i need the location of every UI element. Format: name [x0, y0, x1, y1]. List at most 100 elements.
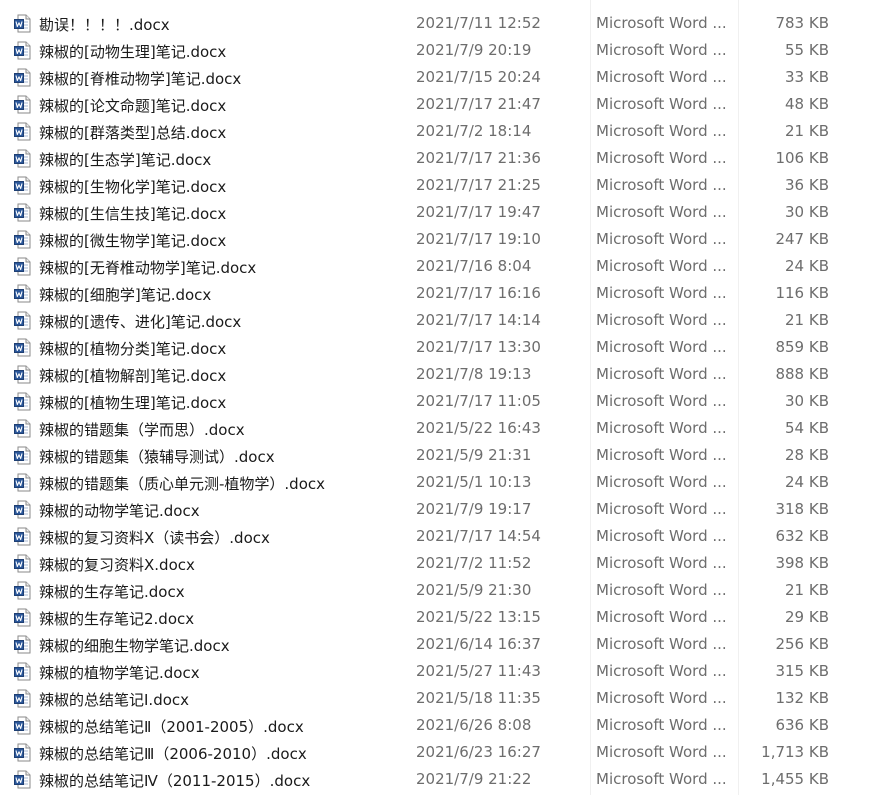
word-doc-icon — [14, 500, 32, 519]
file-type: Microsoft Word ... — [596, 14, 727, 32]
word-doc-icon — [14, 338, 32, 357]
file-type: Microsoft Word ... — [596, 230, 727, 248]
file-modified-date: 2021/5/9 21:30 — [416, 581, 532, 599]
file-row[interactable]: 辣椒的[无脊椎动物学]笔记.docx 2021/7/16 8:04 Micros… — [0, 253, 871, 280]
file-row[interactable]: 辣椒的[论文命题]笔记.docx 2021/7/17 21:47 Microso… — [0, 91, 871, 118]
word-doc-icon — [14, 554, 32, 573]
file-type: Microsoft Word ... — [596, 635, 727, 653]
file-name: 辣椒的总结笔记Ⅲ（2006-2010）.docx — [39, 745, 307, 763]
file-name: 辣椒的植物学笔记.docx — [39, 664, 200, 682]
file-type: Microsoft Word ... — [596, 338, 727, 356]
file-size: 318 KB — [775, 500, 829, 518]
file-name: 辣椒的生存笔记2.docx — [39, 610, 195, 628]
file-modified-date: 2021/7/17 11:05 — [416, 392, 541, 410]
word-doc-icon — [14, 770, 32, 789]
file-size: 1,713 KB — [761, 743, 829, 761]
word-doc-icon — [14, 284, 32, 303]
file-name: 辣椒的[脊椎动物学]笔记.docx — [39, 70, 242, 88]
file-size: 36 KB — [785, 176, 829, 194]
file-type: Microsoft Word ... — [596, 203, 727, 221]
word-doc-icon — [14, 230, 32, 249]
file-size: 21 KB — [785, 581, 829, 599]
file-type: Microsoft Word ... — [596, 41, 727, 59]
file-size: 116 KB — [775, 284, 829, 302]
file-modified-date: 2021/5/9 21:31 — [416, 446, 532, 464]
file-row[interactable]: 辣椒的错题集（猿辅导测试）.docx 2021/5/9 21:31 Micros… — [0, 442, 871, 469]
file-row[interactable]: 辣椒的[动物生理]笔记.docx 2021/7/9 20:19 Microsof… — [0, 37, 871, 64]
file-type: Microsoft Word ... — [596, 365, 727, 383]
file-size: 636 KB — [775, 716, 829, 734]
file-row[interactable]: 辣椒的[植物分类]笔记.docx 2021/7/17 13:30 Microso… — [0, 334, 871, 361]
file-row[interactable]: 辣椒的[脊椎动物学]笔记.docx 2021/7/15 20:24 Micros… — [0, 64, 871, 91]
file-name: 辣椒的[植物解剖]笔记.docx — [39, 367, 227, 385]
file-type: Microsoft Word ... — [596, 743, 727, 761]
file-name: 辣椒的[论文命题]笔记.docx — [39, 97, 227, 115]
file-name: 辣椒的[无脊椎动物学]笔记.docx — [39, 259, 257, 277]
file-list: 勘误！！！！.docx 2021/7/11 12:52 Microsoft Wo… — [0, 10, 871, 793]
file-name: 辣椒的[植物分类]笔记.docx — [39, 340, 227, 358]
word-doc-icon — [14, 581, 32, 600]
file-row[interactable]: 辣椒的植物学笔记.docx 2021/5/27 11:43 Microsoft … — [0, 658, 871, 685]
file-row[interactable]: 勘误！！！！.docx 2021/7/11 12:52 Microsoft Wo… — [0, 10, 871, 37]
file-type: Microsoft Word ... — [596, 581, 727, 599]
file-name: 辣椒的细胞生物学笔记.docx — [39, 637, 230, 655]
file-type: Microsoft Word ... — [596, 662, 727, 680]
file-row[interactable]: 辣椒的[生物化学]笔记.docx 2021/7/17 21:25 Microso… — [0, 172, 871, 199]
file-name: 辣椒的[生态学]笔记.docx — [39, 151, 212, 169]
file-type: Microsoft Word ... — [596, 284, 727, 302]
file-row[interactable]: 辣椒的生存笔记2.docx 2021/5/22 13:15 Microsoft … — [0, 604, 871, 631]
file-size: 24 KB — [785, 257, 829, 275]
file-size: 54 KB — [785, 419, 829, 437]
file-size: 398 KB — [775, 554, 829, 572]
word-doc-icon — [14, 122, 32, 141]
file-row[interactable]: 辣椒的错题集（质心单元测-植物学）.docx 2021/5/1 10:13 Mi… — [0, 469, 871, 496]
file-type: Microsoft Word ... — [596, 527, 727, 545]
file-modified-date: 2021/5/1 10:13 — [416, 473, 532, 491]
file-row[interactable]: 辣椒的错题集（学而思）.docx 2021/5/22 16:43 Microso… — [0, 415, 871, 442]
file-row[interactable]: 辣椒的总结笔记Ⅱ（2001-2005）.docx 2021/6/26 8:08 … — [0, 712, 871, 739]
word-doc-icon — [14, 446, 32, 465]
file-modified-date: 2021/7/17 21:25 — [416, 176, 541, 194]
file-type: Microsoft Word ... — [596, 419, 727, 437]
file-name: 辣椒的[动物生理]笔记.docx — [39, 43, 227, 61]
file-row[interactable]: 辣椒的复习资料X（读书会）.docx 2021/7/17 14:54 Micro… — [0, 523, 871, 550]
file-row[interactable]: 辣椒的[植物生理]笔记.docx 2021/7/17 11:05 Microso… — [0, 388, 871, 415]
file-size: 1,455 KB — [761, 770, 829, 788]
file-size: 783 KB — [775, 14, 829, 32]
word-doc-icon — [14, 419, 32, 438]
file-name: 辣椒的动物学笔记.docx — [39, 502, 200, 520]
file-row[interactable]: 辣椒的[遗传、进化]笔记.docx 2021/7/17 14:14 Micros… — [0, 307, 871, 334]
file-type: Microsoft Word ... — [596, 689, 727, 707]
file-row[interactable]: 辣椒的总结笔记Ⅳ（2011-2015）.docx 2021/7/9 21:22 … — [0, 766, 871, 793]
file-type: Microsoft Word ... — [596, 473, 727, 491]
file-row[interactable]: 辣椒的总结笔记Ⅰ.docx 2021/5/18 11:35 Microsoft … — [0, 685, 871, 712]
file-row[interactable]: 辣椒的[植物解剖]笔记.docx 2021/7/8 19:13 Microsof… — [0, 361, 871, 388]
word-doc-icon — [14, 716, 32, 735]
file-modified-date: 2021/7/9 19:17 — [416, 500, 532, 518]
file-modified-date: 2021/5/27 11:43 — [416, 662, 541, 680]
file-name: 辣椒的复习资料X.docx — [39, 556, 195, 574]
file-row[interactable]: 辣椒的复习资料X.docx 2021/7/2 11:52 Microsoft W… — [0, 550, 871, 577]
file-row[interactable]: 辣椒的[生信生技]笔记.docx 2021/7/17 19:47 Microso… — [0, 199, 871, 226]
file-modified-date: 2021/6/26 8:08 — [416, 716, 532, 734]
file-modified-date: 2021/7/16 8:04 — [416, 257, 532, 275]
file-size: 48 KB — [785, 95, 829, 113]
file-row[interactable]: 辣椒的[群落类型]总结.docx 2021/7/2 18:14 Microsof… — [0, 118, 871, 145]
file-row[interactable]: 辣椒的动物学笔记.docx 2021/7/9 19:17 Microsoft W… — [0, 496, 871, 523]
file-name: 辣椒的[生物化学]笔记.docx — [39, 178, 227, 196]
file-type: Microsoft Word ... — [596, 716, 727, 734]
file-size: 55 KB — [785, 41, 829, 59]
file-size: 632 KB — [775, 527, 829, 545]
file-type: Microsoft Word ... — [596, 68, 727, 86]
file-row[interactable]: 辣椒的细胞生物学笔记.docx 2021/6/14 16:37 Microsof… — [0, 631, 871, 658]
file-row[interactable]: 辣椒的总结笔记Ⅲ（2006-2010）.docx 2021/6/23 16:27… — [0, 739, 871, 766]
file-row[interactable]: 辣椒的[微生物学]笔记.docx 2021/7/17 19:10 Microso… — [0, 226, 871, 253]
file-row[interactable]: 辣椒的[生态学]笔记.docx 2021/7/17 21:36 Microsof… — [0, 145, 871, 172]
file-modified-date: 2021/7/2 18:14 — [416, 122, 532, 140]
file-row[interactable]: 辣椒的生存笔记.docx 2021/5/9 21:30 Microsoft Wo… — [0, 577, 871, 604]
word-doc-icon — [14, 311, 32, 330]
word-doc-icon — [14, 662, 32, 681]
file-row[interactable]: 辣椒的[细胞学]笔记.docx 2021/7/17 16:16 Microsof… — [0, 280, 871, 307]
file-type: Microsoft Word ... — [596, 608, 727, 626]
file-size: 888 KB — [775, 365, 829, 383]
